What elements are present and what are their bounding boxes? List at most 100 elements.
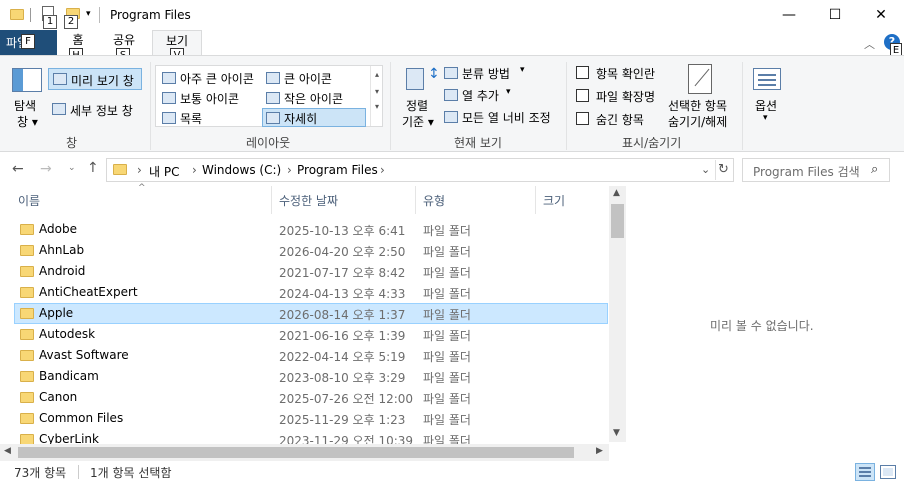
file-extensions-checkbox[interactable] [576, 89, 589, 102]
navigation-pane-label-1[interactable]: 탐색 [14, 97, 36, 114]
layout-medium-label: 보통 아이콘 [180, 92, 240, 106]
hidden-items-checkbox[interactable] [576, 112, 589, 125]
file-name: Android [39, 264, 86, 278]
column-divider[interactable] [535, 186, 536, 214]
gallery-up-icon[interactable]: ▴ [371, 70, 383, 79]
navigation-pane-button[interactable]: 창 ▾ [17, 113, 38, 130]
close-button[interactable]: ✕ [858, 0, 904, 30]
add-columns-button[interactable]: 열 추가 ▾ [442, 86, 522, 104]
folder-icon [20, 434, 34, 444]
tab-file[interactable]: 파일 F [0, 30, 57, 55]
hide-slash [694, 68, 710, 87]
layout-large-icons[interactable]: 큰 아이콘 [264, 69, 364, 87]
vertical-scroll-thumb[interactable] [611, 204, 624, 238]
gallery-more-icon[interactable]: ▾ [371, 102, 383, 111]
breadcrumb-drive[interactable]: Windows (C:) [202, 163, 281, 177]
preview-pane-button[interactable]: 미리 보기 창 [48, 68, 142, 90]
hide-selected-icon[interactable] [688, 64, 712, 94]
file-row-selected[interactable]: Apple 2026-08-14 오후 1:37 파일 폴더 [14, 303, 608, 324]
breadcrumb-this-pc[interactable]: 내 PC [149, 163, 179, 180]
file-type: 파일 폴더 [423, 224, 471, 238]
file-name: Canon [39, 390, 78, 404]
scroll-right-icon[interactable]: ▶ [596, 446, 603, 456]
file-date: 2021-07-17 오후 8:42 [279, 266, 406, 280]
up-icon[interactable]: ↑ [87, 160, 99, 176]
hide-selected-label-1[interactable]: 선택한 항목 [668, 97, 727, 114]
horizontal-scroll-thumb[interactable] [18, 447, 574, 458]
file-row[interactable]: Autodesk 2021-06-16 오후 1:39 파일 폴더 [14, 324, 608, 345]
address-dropdown-icon[interactable]: ⌄ [701, 163, 710, 176]
file-date: 2025-11-29 오후 1:23 [279, 413, 406, 427]
fit-columns-label: 모든 열 너비 조정 [462, 111, 551, 125]
minimize-button[interactable]: — [766, 0, 812, 30]
column-modified[interactable]: 수정한 날짜 [279, 192, 338, 209]
add-columns-dropdown-icon: ▾ [506, 87, 511, 97]
recent-locations-icon[interactable]: ⌄ [68, 163, 76, 173]
file-row[interactable]: Adobe 2025-10-13 오후 6:41 파일 폴더 [14, 219, 608, 240]
options-icon[interactable] [753, 68, 781, 90]
maximize-button[interactable]: ☐ [812, 0, 858, 30]
file-row[interactable]: Avast Software 2022-04-14 오후 5:19 파일 폴더 [14, 345, 608, 366]
file-name: AntiCheatExpert [39, 285, 138, 299]
gallery-down-icon[interactable]: ▾ [371, 87, 383, 96]
scroll-up-icon[interactable]: ▲ [613, 188, 620, 198]
layout-small-icons[interactable]: 작은 아이콘 [264, 89, 364, 107]
column-type[interactable]: 유형 [423, 192, 445, 209]
folder-icon [20, 266, 34, 277]
group-label-layout: 레이아웃 [246, 136, 291, 150]
file-row[interactable]: CyberLink 2023-11-29 오전 10:39 파일 폴더 [14, 429, 608, 444]
navigation-pane-icon[interactable] [12, 68, 42, 92]
group-by-button[interactable]: 분류 방법 ▾ [442, 64, 532, 82]
file-row[interactable]: Common Files 2025-11-29 오후 1:23 파일 폴더 [14, 408, 608, 429]
sort-by-button[interactable]: 기준 ▾ [402, 113, 434, 130]
details-view-button[interactable] [855, 463, 875, 481]
search-icon[interactable]: ⌕ [871, 162, 878, 177]
details-pane-button[interactable]: 세부 정보 창 [48, 99, 142, 121]
column-size[interactable]: 크기 [543, 192, 565, 209]
folder-icon [10, 9, 24, 20]
column-name[interactable]: 이름 [18, 192, 40, 209]
file-date: 2022-04-14 오후 5:19 [279, 350, 406, 364]
folder-icon [20, 329, 34, 340]
item-checkboxes-checkbox[interactable] [576, 66, 589, 79]
qat-customize-icon[interactable]: ▾ [86, 9, 91, 19]
options-dropdown-icon[interactable]: ▾ [763, 113, 768, 123]
layout-medium-icons[interactable]: 보통 아이콘 [160, 89, 264, 107]
scroll-down-icon[interactable]: ▼ [613, 428, 620, 438]
fit-columns-button[interactable]: 모든 열 너비 조정 [442, 108, 562, 126]
file-row[interactable]: AntiCheatExpert 2024-04-13 오후 4:33 파일 폴더 [14, 282, 608, 303]
ribbon-collapse-icon[interactable]: ︿ [864, 36, 875, 52]
large-icons-view-button[interactable] [880, 465, 896, 479]
column-divider[interactable] [271, 186, 272, 214]
medium-icons-icon [162, 92, 176, 104]
layout-details[interactable]: 자세히 [262, 108, 366, 127]
layout-list[interactable]: 목록 [160, 109, 264, 127]
file-row[interactable]: AhnLab 2026-04-20 오후 2:50 파일 폴더 [14, 240, 608, 261]
file-extensions-label: 파일 확장명 [596, 90, 656, 104]
file-row[interactable]: Canon 2025-07-26 오전 12:00 파일 폴더 [14, 387, 608, 408]
file-row[interactable]: Android 2021-07-17 오후 8:42 파일 폴더 [14, 261, 608, 282]
address-bar[interactable]: › 내 PC › Windows (C:) › Program Files › … [106, 158, 734, 182]
refresh-icon[interactable]: ↻ [718, 162, 729, 177]
forward-icon[interactable]: → [40, 161, 52, 177]
options-label[interactable]: 옵션 [755, 97, 777, 114]
gallery-scroll[interactable]: ▴ ▾ ▾ [370, 66, 383, 126]
breadcrumb-program-files[interactable]: Program Files [297, 163, 378, 177]
sort-by-icon[interactable]: ↕ [404, 66, 440, 94]
column-divider[interactable] [415, 186, 416, 214]
layout-extra-large-icons[interactable]: 아주 큰 아이콘 [160, 69, 264, 87]
address-divider [715, 160, 716, 180]
scroll-left-icon[interactable]: ◀ [4, 446, 11, 456]
search-box[interactable]: Program Files 검색 ⌕ [742, 158, 890, 182]
file-name: Autodesk [39, 327, 96, 341]
file-row[interactable]: Bandicam 2023-08-10 오후 3:29 파일 폴더 [14, 366, 608, 387]
layout-large-label: 큰 아이콘 [284, 72, 332, 86]
file-type: 파일 폴더 [423, 350, 471, 364]
file-name: Bandicam [39, 369, 99, 383]
hide-selected-label-2[interactable]: 숨기기/해제 [668, 113, 727, 130]
back-icon[interactable]: ← [12, 161, 24, 177]
file-type: 파일 폴더 [423, 245, 471, 259]
folder-icon [20, 371, 34, 382]
sort-by-label-1[interactable]: 정렬 [406, 97, 428, 114]
layout-gallery: 아주 큰 아이콘 큰 아이콘 보통 아이콘 작은 아이콘 목록 자세히 ▴ ▾ … [155, 65, 383, 127]
